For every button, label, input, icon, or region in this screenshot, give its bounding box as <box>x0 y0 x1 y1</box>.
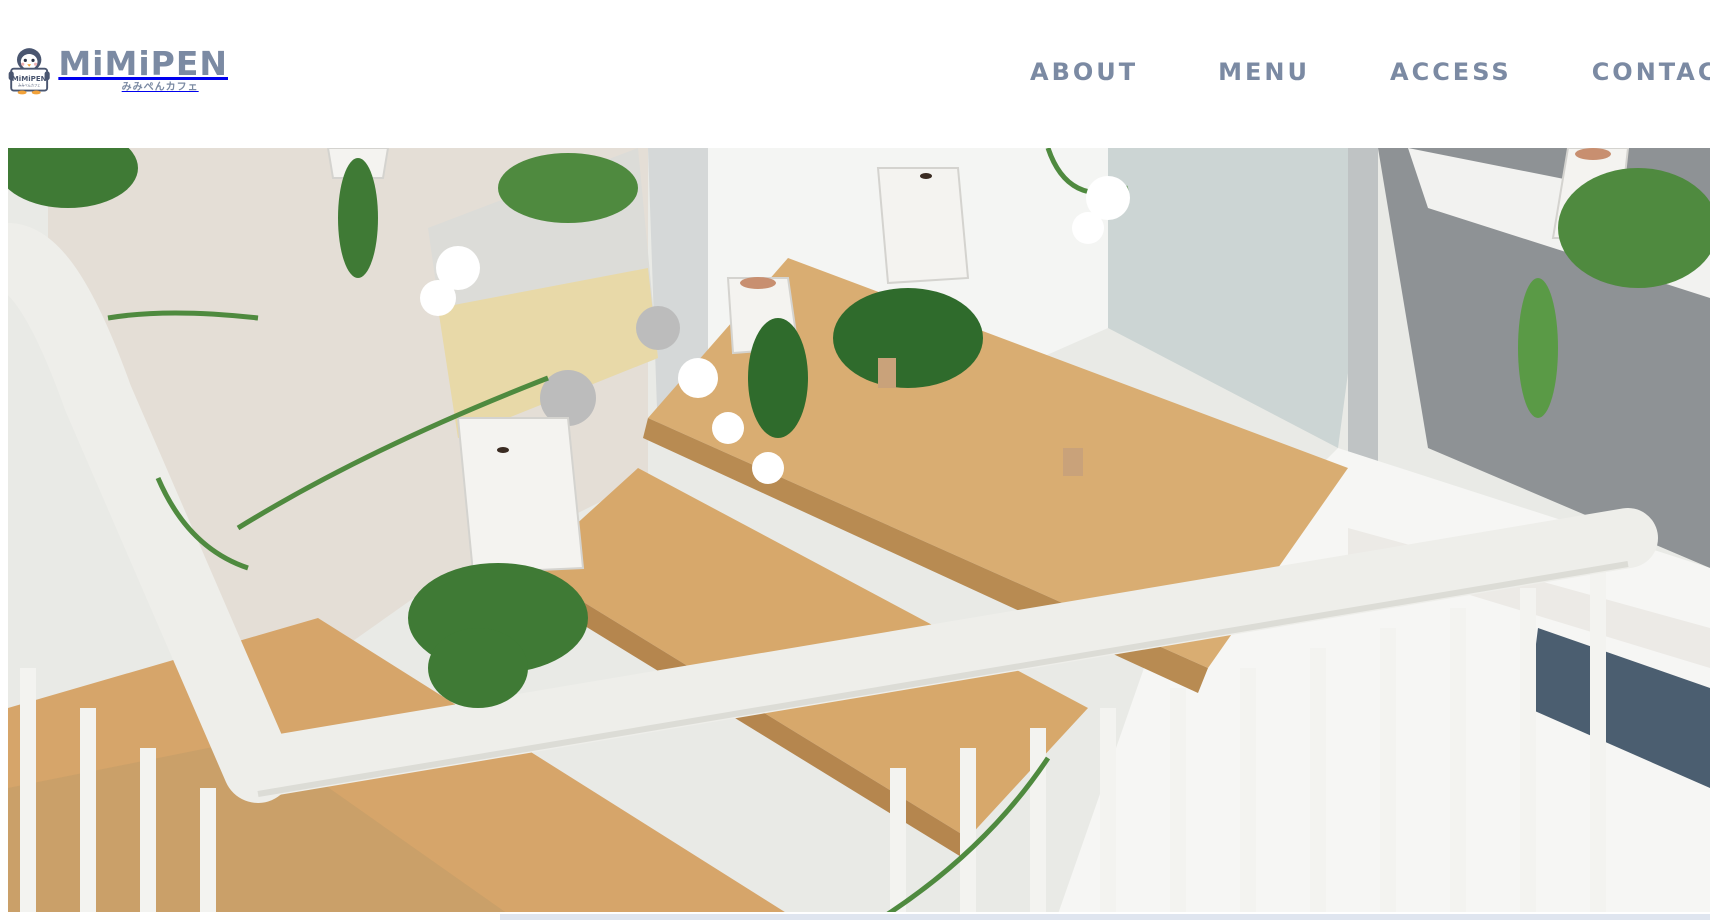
logo[interactable]: MiMiPEN みみぺんカフェ MiMiPEN みみぺんカフェ <box>8 32 228 108</box>
logo-wordmark: MiMiPEN みみぺんカフェ <box>58 46 228 94</box>
nav-contact-link[interactable]: CONTACT <box>1592 58 1710 86</box>
brand-name: MiMiPEN <box>58 44 228 83</box>
brand-subtitle: みみぺんカフェ <box>121 82 199 93</box>
logo-badge-text: MiMiPEN <box>12 74 47 83</box>
site-header: MiMiPEN みみぺんカフェ MiMiPEN みみぺんカフェ ABOUT ME… <box>0 0 1710 148</box>
logo-badge-subtext: みみぺんカフェ <box>18 83 40 88</box>
penguin-logo-icon: MiMiPEN みみぺんカフェ <box>8 48 50 95</box>
cafe-interior-photo <box>8 148 1710 914</box>
nav-access-link[interactable]: ACCESS <box>1390 58 1512 86</box>
slider-indicator <box>500 914 1710 920</box>
nav-menu-link[interactable]: MENU <box>1218 58 1310 86</box>
hero-image <box>8 148 1710 914</box>
main-nav: ABOUT MENU ACCESS CONTACT <box>1030 56 1710 88</box>
nav-about-link[interactable]: ABOUT <box>1030 58 1138 86</box>
